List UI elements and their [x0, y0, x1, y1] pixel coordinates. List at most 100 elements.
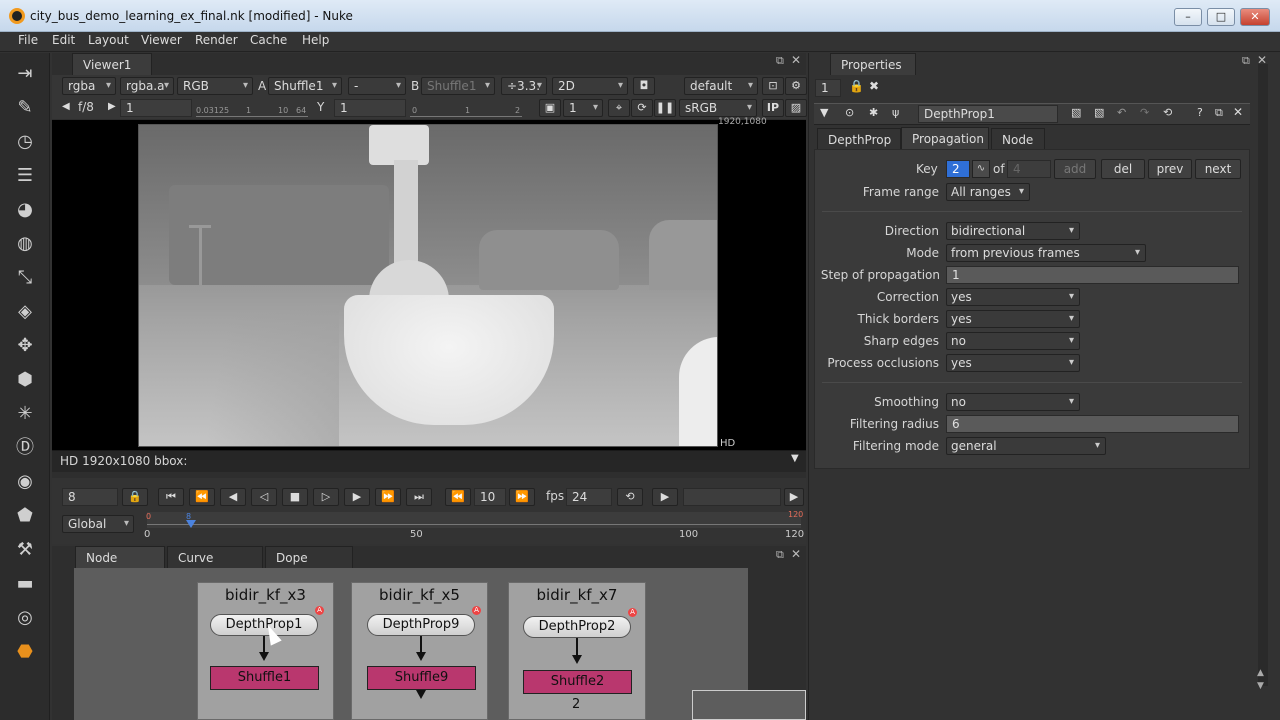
metadata-tool-icon[interactable]: ⬟: [13, 504, 37, 528]
frame-range-select[interactable]: Global: [62, 515, 134, 533]
menu-edit[interactable]: Edit: [52, 33, 75, 47]
help-node-icon[interactable]: ψ: [892, 106, 899, 119]
particles-tool-icon[interactable]: ✳: [13, 402, 37, 426]
close-panel-icon[interactable]: ✕: [791, 53, 801, 67]
alpha-channel-select[interactable]: rgba.a: [120, 77, 174, 95]
tab-dope-sheet[interactable]: Dope Sheet: [265, 546, 353, 587]
menu-cache[interactable]: Cache: [250, 33, 287, 47]
redo-icon[interactable]: ↷: [1140, 106, 1149, 119]
status-expand-icon[interactable]: ▼: [791, 453, 799, 464]
tab-viewer1[interactable]: Viewer1: [72, 53, 152, 75]
prev-key-button[interactable]: prev: [1148, 159, 1192, 179]
node-graph-navigator[interactable]: [692, 690, 806, 720]
channels-select[interactable]: rgba: [62, 77, 116, 95]
sharp-edges-dropdown[interactable]: no: [946, 332, 1080, 350]
step-field[interactable]: 1: [946, 266, 1239, 284]
tab-node-graph[interactable]: Node Graph: [75, 546, 165, 587]
node-name-field[interactable]: DepthProp1: [918, 105, 1058, 123]
prev-keyframe-icon[interactable]: ⏪: [189, 488, 215, 506]
play-forward-icon[interactable]: ▷: [313, 488, 339, 506]
curve-icon[interactable]: ∿: [972, 160, 990, 178]
help-icon[interactable]: ?: [1197, 106, 1203, 119]
color-tool-icon[interactable]: ◕: [13, 198, 37, 222]
menu-layout[interactable]: Layout: [88, 33, 129, 47]
timeline-track[interactable]: [147, 512, 801, 528]
furnace-tool-icon[interactable]: ◎: [13, 606, 37, 630]
input-process-button[interactable]: IP: [762, 99, 784, 117]
gain-field[interactable]: 1: [120, 99, 192, 117]
tab-propagation[interactable]: Propagation: [901, 127, 989, 149]
3d-tool-icon[interactable]: ⬢: [13, 368, 37, 392]
shuffle1-node[interactable]: Shuffle1: [210, 666, 319, 690]
a-input-select[interactable]: Shuffle1: [268, 77, 342, 95]
skip-back-icon[interactable]: ⏪: [445, 488, 471, 506]
key-field[interactable]: 2: [946, 160, 970, 178]
direction-dropdown[interactable]: bidirectional: [946, 222, 1080, 240]
output-lut-select[interactable]: sRGB: [679, 99, 757, 117]
float-panel-icon[interactable]: ⧉: [776, 54, 784, 68]
tab-depthprop[interactable]: DepthProp: [817, 128, 901, 150]
collapse-icon[interactable]: ▼: [820, 106, 828, 119]
keyer-tool-icon[interactable]: ⤡: [13, 266, 37, 290]
channel-tool-icon[interactable]: ☰: [13, 164, 37, 188]
filtering-radius-field[interactable]: 6: [946, 415, 1239, 433]
fstop-left-icon[interactable]: ◀: [62, 101, 70, 112]
revert-icon[interactable]: ⟲: [1163, 106, 1172, 119]
views-tool-icon[interactable]: ◉: [13, 470, 37, 494]
shuffle9-node[interactable]: Shuffle9: [367, 666, 476, 690]
close-node-icon[interactable]: ✕: [1233, 105, 1243, 119]
float-bottom-panel-icon[interactable]: ⧉: [776, 548, 784, 562]
proxy-select[interactable]: 1: [563, 99, 603, 117]
properties-scrollbar[interactable]: [1258, 64, 1268, 686]
float-properties-icon[interactable]: ⧉: [1242, 54, 1250, 68]
next-key-button[interactable]: next: [1195, 159, 1241, 179]
close-window-button[interactable]: ✕: [1240, 8, 1270, 26]
undo-icon[interactable]: ↶: [1117, 106, 1126, 119]
smoothing-dropdown[interactable]: no: [946, 393, 1080, 411]
lut-select[interactable]: default: [684, 77, 758, 95]
menu-file[interactable]: File: [18, 33, 38, 47]
merge-tool-icon[interactable]: ◈: [13, 300, 37, 324]
menu-render[interactable]: Render: [195, 33, 238, 47]
skip-forward-icon[interactable]: ⏩: [509, 488, 535, 506]
prev-frame-icon[interactable]: ◀: [220, 488, 246, 506]
process-occlusions-dropdown[interactable]: yes: [946, 354, 1080, 372]
settings-icon[interactable]: ⚙: [785, 77, 807, 95]
timeline-extra-field[interactable]: [683, 488, 781, 506]
backdrop-bidir-x3[interactable]: bidir_kf_x3: [197, 582, 334, 720]
edit-icon[interactable]: ▧: [1071, 106, 1081, 119]
tab-properties[interactable]: Properties: [830, 53, 916, 75]
refresh-icon[interactable]: ⟳: [631, 99, 653, 117]
max-panels-field[interactable]: 1: [815, 79, 841, 97]
tab-node[interactable]: Node: [991, 128, 1045, 150]
viewer-icon[interactable]: ⊙: [845, 106, 854, 119]
add-key-button[interactable]: add: [1054, 159, 1096, 179]
timeline-end-icon[interactable]: ▶: [784, 488, 804, 506]
close-bottom-panel-icon[interactable]: ✕: [791, 547, 801, 561]
other-tool-icon[interactable]: ⚒: [13, 538, 37, 562]
go-first-frame-icon[interactable]: ⏮: [158, 488, 184, 506]
flipbook-icon[interactable]: ▶: [652, 488, 678, 506]
scroll-down-icon[interactable]: ▼: [1257, 681, 1264, 691]
scroll-up-icon[interactable]: ▲: [1257, 668, 1264, 678]
next-frame-icon[interactable]: ▶: [344, 488, 370, 506]
plugin-tool-icon[interactable]: ⬣: [13, 640, 37, 664]
image-tool-icon[interactable]: ⇥: [13, 62, 37, 86]
thick-borders-dropdown[interactable]: yes: [946, 310, 1080, 328]
center-icon[interactable]: ⌖: [608, 99, 630, 117]
depthprop9-node[interactable]: DepthProp9: [367, 614, 475, 636]
shuffle2-node[interactable]: Shuffle2: [523, 670, 632, 694]
b-input-select[interactable]: Shuffle1: [421, 77, 495, 95]
go-last-frame-icon[interactable]: ⏭: [406, 488, 432, 506]
float-node-icon[interactable]: ⧉: [1215, 106, 1223, 120]
loop-icon[interactable]: ⟲: [617, 488, 643, 506]
gamma-field[interactable]: 1: [334, 99, 406, 117]
proxy-icon[interactable]: ▣: [539, 99, 561, 117]
transform-tool-icon[interactable]: ✥: [13, 334, 37, 358]
draw-tool-icon[interactable]: ✎: [13, 96, 37, 120]
camera-icon[interactable]: ◘: [633, 77, 655, 95]
playhead-marker[interactable]: [186, 520, 196, 528]
overlay-icon[interactable]: ▨: [785, 99, 807, 117]
stop-icon[interactable]: ■: [282, 488, 308, 506]
filtering-mode-dropdown[interactable]: general: [946, 437, 1106, 455]
